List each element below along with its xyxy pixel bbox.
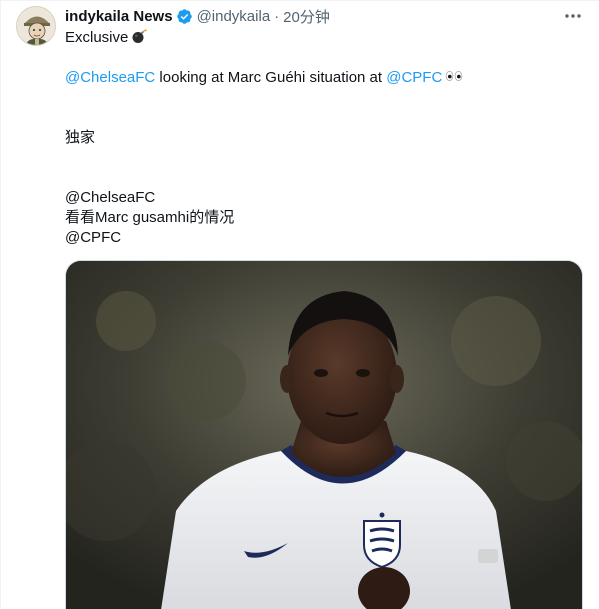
tweet-line-cn-chelsea: @ChelseaFC	[65, 189, 156, 206]
avatar[interactable]	[16, 6, 56, 46]
more-options-icon[interactable]	[561, 7, 585, 25]
tweet-header: indykaila News @indykaila · 20分钟	[65, 6, 330, 26]
timestamp[interactable]: 20分钟	[283, 6, 330, 27]
tweet-line-cn-situation: 看看Marc gusamhi的情况	[65, 209, 235, 226]
tweet[interactable]: indykaila News @indykaila · 20分钟 Exclusi…	[0, 0, 599, 609]
exclusive-text: Exclusive	[65, 29, 129, 46]
situation-text: looking at Marc Guéhi situation at	[155, 69, 387, 86]
avatar-illustration	[17, 7, 55, 45]
eyes-emoji-icon	[445, 69, 463, 83]
player-photo	[66, 261, 582, 609]
mention-cpfc-link[interactable]: @CPFC	[386, 69, 442, 86]
tweet-media-image[interactable]	[65, 260, 583, 609]
verified-badge-icon	[176, 8, 193, 25]
mention-chelsea-link[interactable]: @ChelseaFC	[65, 69, 155, 86]
display-name[interactable]: indykaila News	[65, 8, 173, 25]
bomb-emoji-icon	[131, 28, 148, 44]
tweet-line-chinese-exclusive: 独家	[65, 129, 96, 146]
tweet-line-cn-cpfc: @CPFC	[65, 229, 122, 246]
separator-dot: ·	[274, 7, 280, 25]
handle[interactable]: @indykaila	[197, 8, 271, 25]
tweet-line-situation: @ChelseaFC looking at Marc Guéhi situati…	[65, 68, 463, 88]
tweet-line-exclusive: Exclusive	[65, 28, 148, 48]
